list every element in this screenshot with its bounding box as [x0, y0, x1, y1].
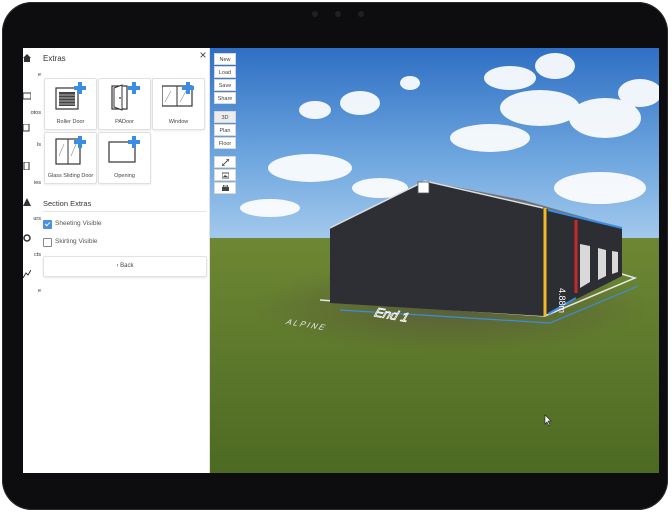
- ridge-marker-icon[interactable]: [417, 181, 430, 194]
- checkbox-checked[interactable]: [43, 220, 52, 229]
- expand-button[interactable]: [214, 156, 236, 168]
- image-icon: [222, 172, 229, 179]
- 3d-viewport[interactable]: 4.88m End 1 ALPINE New Load Save Share 3…: [210, 48, 659, 473]
- nav-item-home[interactable]: e: [23, 54, 43, 78]
- tile-label: Opening: [114, 173, 135, 179]
- app-screen: e otos ls ies urs cts e Extras × Roller …: [23, 48, 659, 473]
- tile-label: Glass Sliding Door: [47, 173, 94, 179]
- print-icon: [222, 185, 229, 191]
- 3d-scene[interactable]: 4.88m End 1 ALPINE: [210, 48, 659, 473]
- nav-item-products[interactable]: cts: [23, 234, 43, 258]
- left-nav: e otos ls ies urs cts e: [23, 48, 43, 473]
- nav-item-doors[interactable]: ies: [23, 162, 43, 186]
- expand-icon: [222, 159, 229, 166]
- view-plan-button[interactable]: Plan: [214, 124, 236, 136]
- doors-icon: [23, 162, 30, 170]
- products-icon: [23, 234, 31, 242]
- checkbox-label: Skirting Visible: [55, 238, 98, 245]
- camera-bar: [312, 9, 364, 19]
- view-3d-button[interactable]: 3D: [214, 111, 236, 123]
- extras-panel: Extras × Roller Door PADoor Window Glass…: [43, 48, 210, 473]
- tile-glass-sliding-door[interactable]: Glass Sliding Door: [44, 132, 97, 184]
- load-button[interactable]: Load: [214, 66, 236, 78]
- nav-item-colours[interactable]: urs: [23, 198, 43, 222]
- tablet-frame: e otos ls ies urs cts e Extras × Roller …: [2, 2, 668, 510]
- divider: [43, 211, 206, 212]
- tile-label: PADoor: [115, 119, 134, 125]
- print-button[interactable]: [214, 182, 236, 194]
- nav-item-walls[interactable]: ls: [23, 124, 43, 148]
- tile-opening[interactable]: Opening: [98, 132, 151, 184]
- photos-icon: [23, 92, 31, 100]
- close-panel-button[interactable]: ×: [197, 49, 209, 61]
- colours-icon: [23, 198, 31, 206]
- tile-roller-door[interactable]: Roller Door: [44, 78, 97, 130]
- quote-icon: [23, 270, 31, 278]
- checkbox-unchecked[interactable]: [43, 238, 52, 247]
- checkbox-label: Sheeting Visible: [55, 220, 102, 227]
- view-floor-button[interactable]: Floor: [214, 137, 236, 149]
- nav-item-quote[interactable]: e: [23, 270, 43, 294]
- nav-item-photos[interactable]: otos: [23, 92, 43, 116]
- tile-label: Roller Door: [56, 119, 85, 125]
- section-extras-title: Section Extras: [43, 199, 92, 208]
- tile-pa-door[interactable]: PADoor: [98, 78, 151, 130]
- new-button[interactable]: New: [214, 53, 236, 65]
- roller-door-icon: [55, 82, 86, 110]
- pa-door-icon: [111, 82, 140, 111]
- walls-icon: [23, 124, 30, 132]
- tile-label: Window: [168, 119, 189, 125]
- home-icon: [23, 54, 31, 62]
- tile-window[interactable]: Window: [152, 78, 205, 130]
- screenshot-button[interactable]: [214, 169, 236, 181]
- dimension-label: 4.88m: [557, 288, 567, 313]
- window-icon: [162, 82, 194, 107]
- glass-sliding-door-icon: [55, 136, 86, 165]
- share-button[interactable]: Share: [214, 92, 236, 104]
- opening-icon: [108, 136, 140, 163]
- back-button[interactable]: ‹ Back: [43, 256, 207, 277]
- panel-title: Extras: [43, 54, 66, 63]
- save-button[interactable]: Save: [214, 79, 236, 91]
